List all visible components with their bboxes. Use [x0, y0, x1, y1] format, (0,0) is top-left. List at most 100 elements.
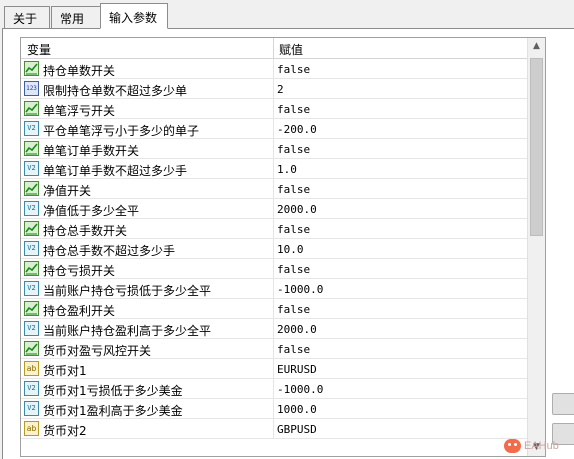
parameter-value[interactable]: false	[277, 343, 310, 356]
parameter-name: 货币对盈亏风控开关	[43, 344, 152, 358]
boolean-icon	[24, 221, 39, 236]
boolean-icon	[24, 261, 39, 276]
parameter-value[interactable]: false	[277, 223, 310, 236]
cell-divider	[273, 299, 274, 319]
parameter-value[interactable]: -200.0	[277, 123, 317, 136]
inputs-panel: 变量 赋值 持仓单数开关 false 123 限制持仓单数不超过多少单 2 单笔浮亏开关 f…	[2, 28, 574, 459]
parameter-row[interactable]: 持仓单数开关 false	[21, 59, 527, 79]
boolean-icon	[24, 301, 39, 316]
parameter-row[interactable]: 单笔订单手数开关 false	[21, 139, 527, 159]
parameter-row[interactable]: V2 单笔订单手数不超过多少手 1.0	[21, 159, 527, 179]
vertical-scrollbar[interactable]: ▲ ▼	[527, 38, 545, 456]
parameter-name: 货币对1	[43, 364, 87, 378]
cell-divider	[273, 359, 274, 379]
parameter-value[interactable]: 2	[277, 83, 284, 96]
parameter-row[interactable]: V2 当前账户持仓亏损低于多少全平 -1000.0	[21, 279, 527, 299]
parameter-row[interactable]: 持仓总手数开关 false	[21, 219, 527, 239]
parameter-name: 货币对1盈利高于多少美金	[43, 404, 183, 418]
double-icon: V2	[24, 381, 39, 396]
parameter-row[interactable]: V2 持仓总手数不超过多少手 10.0	[21, 239, 527, 259]
parameter-row[interactable]: 持仓盈利开关 false	[21, 299, 527, 319]
cell-divider	[273, 59, 274, 79]
scrollbar-thumb[interactable]	[530, 58, 543, 236]
tab-inputs[interactable]: 输入参数	[100, 3, 168, 29]
parameter-row[interactable]: V2 货币对1盈利高于多少美金 1000.0	[21, 399, 527, 419]
parameter-value[interactable]: 2000.0	[277, 203, 317, 216]
parameter-value[interactable]: EURUSD	[277, 363, 317, 376]
parameter-name: 限制持仓单数不超过多少单	[43, 84, 188, 98]
boolean-icon	[24, 101, 39, 116]
parameter-value[interactable]: GBPUSD	[277, 423, 317, 436]
parameter-name: 单笔订单手数不超过多少手	[43, 164, 188, 178]
double-icon: V2	[24, 161, 39, 176]
cell-divider	[273, 319, 274, 339]
parameter-value[interactable]: -1000.0	[277, 383, 323, 396]
double-icon: V2	[24, 201, 39, 216]
boolean-icon	[24, 141, 39, 156]
parameter-name: 货币对2	[43, 424, 87, 438]
string-icon: ab	[24, 361, 39, 376]
tab-common[interactable]: 常用	[51, 6, 101, 28]
cell-divider	[273, 379, 274, 399]
column-header-variable[interactable]: 变量	[27, 41, 51, 58]
parameter-name: 持仓总手数开关	[43, 224, 128, 238]
cell-divider	[273, 79, 274, 99]
side-button-1[interactable]	[552, 393, 574, 415]
parameter-row[interactable]: V2 平仓单笔浮亏小于多少的单子 -200.0	[21, 119, 527, 139]
parameter-name: 当前账户持仓亏损低于多少全平	[43, 284, 212, 298]
parameter-value[interactable]: false	[277, 263, 310, 276]
parameter-name: 单笔订单手数开关	[43, 144, 140, 158]
parameter-value[interactable]: false	[277, 303, 310, 316]
tab-bar: 关于 常用 输入参数	[0, 0, 574, 30]
parameter-name: 持仓盈利开关	[43, 304, 116, 318]
integer-icon: 123	[24, 81, 39, 96]
parameter-row[interactable]: 持仓亏损开关 false	[21, 259, 527, 279]
parameter-name: 单笔浮亏开关	[43, 104, 116, 118]
cell-divider	[273, 139, 274, 159]
parameter-rows: 持仓单数开关 false 123 限制持仓单数不超过多少单 2 单笔浮亏开关 false V2…	[21, 59, 527, 439]
boolean-icon	[24, 61, 39, 76]
parameter-name: 货币对1亏损低于多少美金	[43, 384, 183, 398]
parameter-value[interactable]: false	[277, 103, 310, 116]
parameter-row[interactable]: 单笔浮亏开关 false	[21, 99, 527, 119]
parameter-name: 持仓总手数不超过多少手	[43, 244, 176, 258]
parameter-value[interactable]: 2000.0	[277, 323, 317, 336]
cell-divider	[273, 339, 274, 359]
parameter-name: 平仓单笔浮亏小于多少的单子	[43, 124, 200, 138]
watermark-text: EAHub	[524, 440, 559, 452]
cell-divider	[273, 159, 274, 179]
column-divider[interactable]	[273, 38, 274, 59]
parameter-row[interactable]: 货币对盈亏风控开关 false	[21, 339, 527, 359]
double-icon: V2	[24, 401, 39, 416]
parameter-row[interactable]: 净值开关 false	[21, 179, 527, 199]
parameter-value[interactable]: 1000.0	[277, 403, 317, 416]
parameter-row[interactable]: ab 货币对2 GBPUSD	[21, 419, 527, 439]
double-icon: V2	[24, 241, 39, 256]
parameter-name: 持仓单数开关	[43, 64, 116, 78]
parameter-value[interactable]: 10.0	[277, 243, 304, 256]
watermark: EAHub	[504, 437, 559, 455]
cell-divider	[273, 279, 274, 299]
parameter-row[interactable]: ab 货币对1 EURUSD	[21, 359, 527, 379]
double-icon: V2	[24, 321, 39, 336]
boolean-icon	[24, 181, 39, 196]
parameter-name: 净值低于多少全平	[43, 204, 140, 218]
parameter-row[interactable]: V2 净值低于多少全平 2000.0	[21, 199, 527, 219]
parameter-value[interactable]: false	[277, 63, 310, 76]
tab-about[interactable]: 关于	[4, 6, 50, 28]
parameter-row[interactable]: V2 当前账户持仓盈利高于多少全平 2000.0	[21, 319, 527, 339]
parameter-value[interactable]: -1000.0	[277, 283, 323, 296]
parameters-grid: 变量 赋值 持仓单数开关 false 123 限制持仓单数不超过多少单 2 单笔浮亏开关 f…	[20, 37, 546, 457]
parameter-name: 持仓亏损开关	[43, 264, 116, 278]
parameter-row[interactable]: 123 限制持仓单数不超过多少单 2	[21, 79, 527, 99]
parameter-row[interactable]: V2 货币对1亏损低于多少美金 -1000.0	[21, 379, 527, 399]
cell-divider	[273, 219, 274, 239]
cell-divider	[273, 199, 274, 219]
parameter-value[interactable]: 1.0	[277, 163, 297, 176]
cell-divider	[273, 419, 274, 439]
string-icon: ab	[24, 421, 39, 436]
parameter-value[interactable]: false	[277, 183, 310, 196]
column-header-value[interactable]: 赋值	[279, 41, 303, 58]
scroll-up-button[interactable]: ▲	[528, 38, 545, 55]
parameter-value[interactable]: false	[277, 143, 310, 156]
